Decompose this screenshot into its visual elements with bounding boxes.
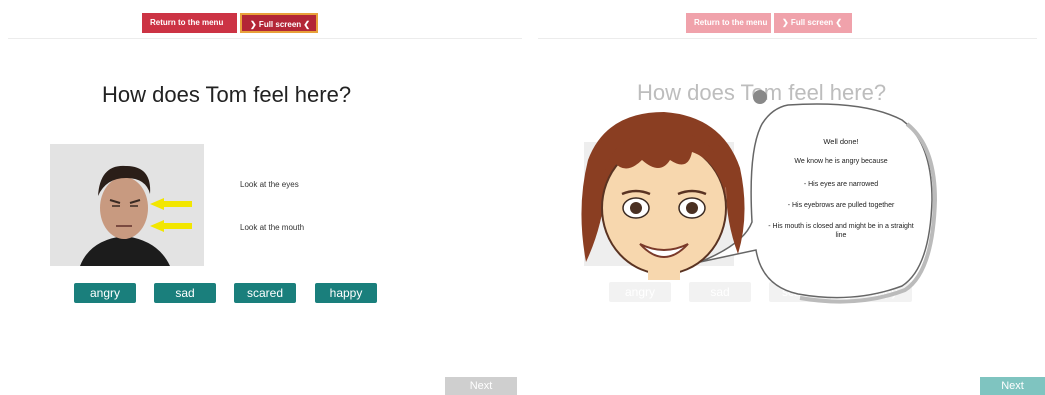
cursor-indicator-icon <box>753 90 767 104</box>
feedback-overlay <box>581 90 938 304</box>
feedback-point-eyes: - His eyes are narrowed <box>803 181 879 188</box>
hint-eyes: Look at the eyes <box>240 180 299 189</box>
answer-scared-button[interactable]: scared <box>234 283 296 303</box>
question-screen: Return to the menu ❯ Full screen ❮ How d… <box>0 0 530 395</box>
question-title: How does Tom feel here? <box>102 82 352 107</box>
answer-angry-button[interactable]: angry <box>74 283 136 303</box>
tom-photo <box>50 144 204 266</box>
feedback-point-eyebrows: - His eyebrows are pulled together <box>787 202 895 209</box>
next-button[interactable]: Next <box>445 377 517 395</box>
next-button[interactable]: Next <box>980 377 1045 395</box>
hint-mouth: Look at the mouth <box>240 223 305 232</box>
feedback-title: Well done! <box>823 137 859 146</box>
feedback-screen: Return to the menu ❯ Full screen ❮ How d… <box>530 0 1045 395</box>
answer-happy-button[interactable]: happy <box>315 283 377 303</box>
screenshot-stage: Return to the menu ❯ Full screen ❮ How d… <box>0 0 1045 395</box>
eyes-pointer-arrow-icon <box>150 198 192 232</box>
return-to-menu-button[interactable]: Return to the menu <box>142 13 237 33</box>
answer-sad-button[interactable]: sad <box>154 283 216 303</box>
feedback-point-mouth: - His mouth is closed and might be in a … <box>768 223 914 239</box>
full-screen-button[interactable]: ❯ Full screen ❮ <box>240 13 318 33</box>
top-bar: Return to the menu ❯ Full screen ❮ <box>8 0 522 39</box>
feedback-intro: We know he is angry because <box>794 158 888 165</box>
